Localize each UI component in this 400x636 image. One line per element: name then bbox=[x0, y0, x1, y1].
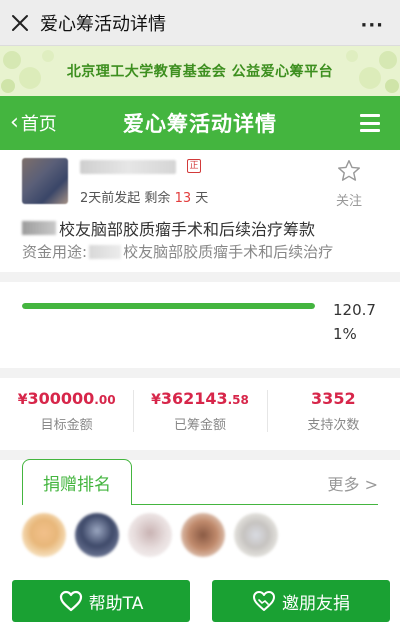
divider bbox=[131, 504, 378, 505]
stat-value: 3352 bbox=[311, 389, 356, 408]
usage-text: 校友脑部胶质瘤手术和后续治疗 bbox=[123, 243, 334, 261]
stat-label: 目标金额 bbox=[40, 418, 93, 433]
avatar[interactable] bbox=[181, 513, 225, 557]
nav-bar: ‹ 首页 爱心筹活动详情 bbox=[0, 96, 400, 150]
stat-label: 已筹金额 bbox=[173, 418, 226, 433]
window-title: 爱心筹活动详情 bbox=[40, 13, 166, 35]
top-bar: 爱心筹活动详情 ··· bbox=[0, 0, 400, 46]
avatar[interactable] bbox=[75, 513, 119, 557]
follow-label: 关注 bbox=[335, 194, 362, 209]
donor-avatars bbox=[22, 513, 287, 557]
more-link[interactable]: 更多 > bbox=[328, 471, 379, 495]
handshake-heart-icon bbox=[252, 590, 276, 612]
invite-label: 邀朋友捐 bbox=[282, 593, 350, 614]
stat-value: 362143 bbox=[160, 389, 228, 408]
stat-supporters: 3352 支持次数 bbox=[266, 378, 400, 450]
floral-decoration-icon bbox=[346, 50, 399, 93]
stat-target: ¥300000.00 目标金额 bbox=[0, 378, 133, 450]
stat-label: 支持次数 bbox=[307, 418, 360, 433]
banner-text: 北京理工大学教育基金会 公益爱心筹平台 bbox=[66, 64, 334, 80]
help-button[interactable]: 帮助TA bbox=[12, 580, 190, 622]
help-label: 帮助TA bbox=[88, 593, 144, 614]
more-icon[interactable]: ··· bbox=[360, 15, 384, 36]
back-home-link[interactable]: ‹ 首页 bbox=[10, 110, 57, 136]
stat-value: 300000 bbox=[27, 389, 95, 408]
remaining-prefix: 剩余 bbox=[144, 191, 171, 206]
follow-button[interactable]: 关注 bbox=[334, 158, 364, 209]
progress-bar bbox=[22, 303, 315, 309]
currency-symbol: ¥ bbox=[151, 392, 161, 408]
project-title-text: 校友脑部胶质瘤手术和后续治疗筹款 bbox=[59, 220, 316, 239]
page-title: 爱心筹活动详情 bbox=[123, 112, 277, 136]
back-label: 首页 bbox=[20, 114, 57, 135]
heart-icon bbox=[59, 590, 83, 612]
progress-section: 120.71% bbox=[0, 282, 400, 372]
usage-label: 资金用途: bbox=[22, 243, 88, 261]
organizer-name-blurred bbox=[80, 160, 176, 174]
foundation-banner: 北京理工大学教育基金会 公益爱心筹平台 bbox=[0, 46, 400, 96]
blurred-name bbox=[22, 221, 56, 235]
verified-badge: 正 bbox=[187, 159, 201, 173]
progress-bar-fill bbox=[22, 303, 315, 309]
organizer-avatar[interactable] bbox=[22, 158, 68, 204]
progress-percent: 120.71% bbox=[333, 301, 376, 343]
stat-raised: ¥362143.58 已筹金额 bbox=[133, 378, 266, 450]
tab-donation-ranking[interactable]: 捐赠排名 bbox=[22, 459, 132, 505]
remaining-suffix: 天 bbox=[195, 191, 209, 206]
donation-ranking: 捐赠排名 更多 > bbox=[0, 459, 400, 569]
invite-friends-button[interactable]: 邀朋友捐 bbox=[212, 580, 390, 622]
currency-symbol: ¥ bbox=[17, 392, 28, 408]
organizer-row: 正 2天前发起 剩余 13 天 关注 bbox=[0, 150, 400, 210]
project-title: 校友脑部胶质瘤手术和后续治疗筹款 bbox=[22, 216, 315, 240]
menu-icon[interactable] bbox=[360, 114, 380, 132]
stat-decimal: .00 bbox=[94, 393, 116, 407]
avatar[interactable] bbox=[234, 513, 278, 557]
floral-decoration-icon bbox=[1, 50, 54, 93]
blurred-name bbox=[89, 244, 122, 259]
stat-decimal: .58 bbox=[227, 393, 249, 407]
star-icon bbox=[338, 160, 360, 181]
close-icon[interactable] bbox=[0, 0, 40, 46]
section-divider bbox=[0, 368, 400, 378]
section-divider bbox=[0, 272, 400, 282]
remaining-days: 13 bbox=[174, 191, 192, 206]
avatar[interactable] bbox=[128, 513, 172, 557]
started-time: 2天前发起 bbox=[80, 191, 141, 206]
action-footer: 帮助TA 邀朋友捐 bbox=[0, 568, 400, 636]
project-usage: 资金用途: 校友脑部胶质瘤手术和后续治疗 bbox=[22, 241, 333, 262]
organizer-meta: 2天前发起 剩余 13 天 bbox=[80, 187, 208, 206]
avatar[interactable] bbox=[22, 513, 66, 557]
funding-stats: ¥300000.00 目标金额 ¥362143.58 已筹金额 3352 支持次… bbox=[0, 378, 400, 450]
chevron-left-icon: ‹ bbox=[10, 110, 19, 135]
